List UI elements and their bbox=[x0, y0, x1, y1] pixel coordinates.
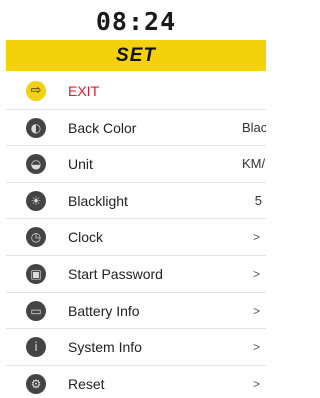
menu-item-exit[interactable]: ⇨ EXIT bbox=[6, 73, 266, 110]
settings-menu: ⇨ EXIT ◐ Back Color Black ◒ Unit KM/H ☀ … bbox=[6, 73, 266, 398]
chevron-right-icon: > bbox=[252, 376, 260, 391]
menu-item-value: KM/H bbox=[242, 156, 266, 172]
chevron-right-icon: > bbox=[252, 340, 260, 355]
menu-item-unit[interactable]: ◒ Unit KM/H bbox=[6, 146, 266, 183]
menu-item-label: Unit bbox=[68, 156, 93, 173]
exit-icon: ⇨ bbox=[26, 81, 46, 101]
menu-item-label: Back Color bbox=[68, 119, 137, 136]
menu-item-blacklight[interactable]: ☀ Blacklight 5 bbox=[6, 183, 266, 220]
speedometer-icon: ◒ bbox=[26, 154, 46, 175]
menu-item-label: Battery Info bbox=[68, 302, 140, 319]
menu-item-label: Blacklight bbox=[68, 192, 128, 209]
menu-item-label: System Info bbox=[68, 339, 142, 356]
lock-icon: ▣ bbox=[26, 263, 46, 284]
brightness-icon: ☀ bbox=[26, 190, 46, 211]
chevron-right-icon: > bbox=[252, 266, 260, 281]
menu-item-label: Reset bbox=[68, 375, 105, 392]
menu-item-label: Clock bbox=[68, 229, 104, 246]
menu-item-value: Black bbox=[242, 119, 266, 135]
page-title: SET bbox=[6, 40, 266, 71]
menu-item-clock[interactable]: ◷ Clock > bbox=[6, 219, 266, 256]
menu-item-label: EXIT bbox=[68, 83, 100, 99]
menu-item-system-info[interactable]: i System Info > bbox=[6, 329, 266, 366]
chevron-right-icon: > bbox=[252, 230, 260, 245]
menu-item-start-password[interactable]: ▣ Start Password > bbox=[6, 256, 266, 293]
battery-icon: ▭ bbox=[26, 300, 46, 321]
palette-icon: ◐ bbox=[26, 117, 46, 138]
reset-icon: ⚙ bbox=[26, 373, 46, 394]
menu-item-back-color[interactable]: ◐ Back Color Black bbox=[6, 110, 266, 147]
menu-item-reset[interactable]: ⚙ Reset > bbox=[6, 366, 266, 398]
chevron-right-icon: > bbox=[252, 303, 260, 318]
menu-item-label: Start Password bbox=[68, 265, 163, 282]
menu-item-battery-info[interactable]: ▭ Battery Info > bbox=[6, 293, 266, 330]
menu-item-value: 5 bbox=[254, 192, 262, 208]
clock-display: 08:24 bbox=[95, 7, 177, 36]
info-icon: i bbox=[26, 337, 46, 358]
clock-icon: ◷ bbox=[26, 227, 46, 248]
settings-screen: 08:24 SET ⇨ EXIT ◐ Back Color Black ◒ Un… bbox=[6, 0, 266, 398]
